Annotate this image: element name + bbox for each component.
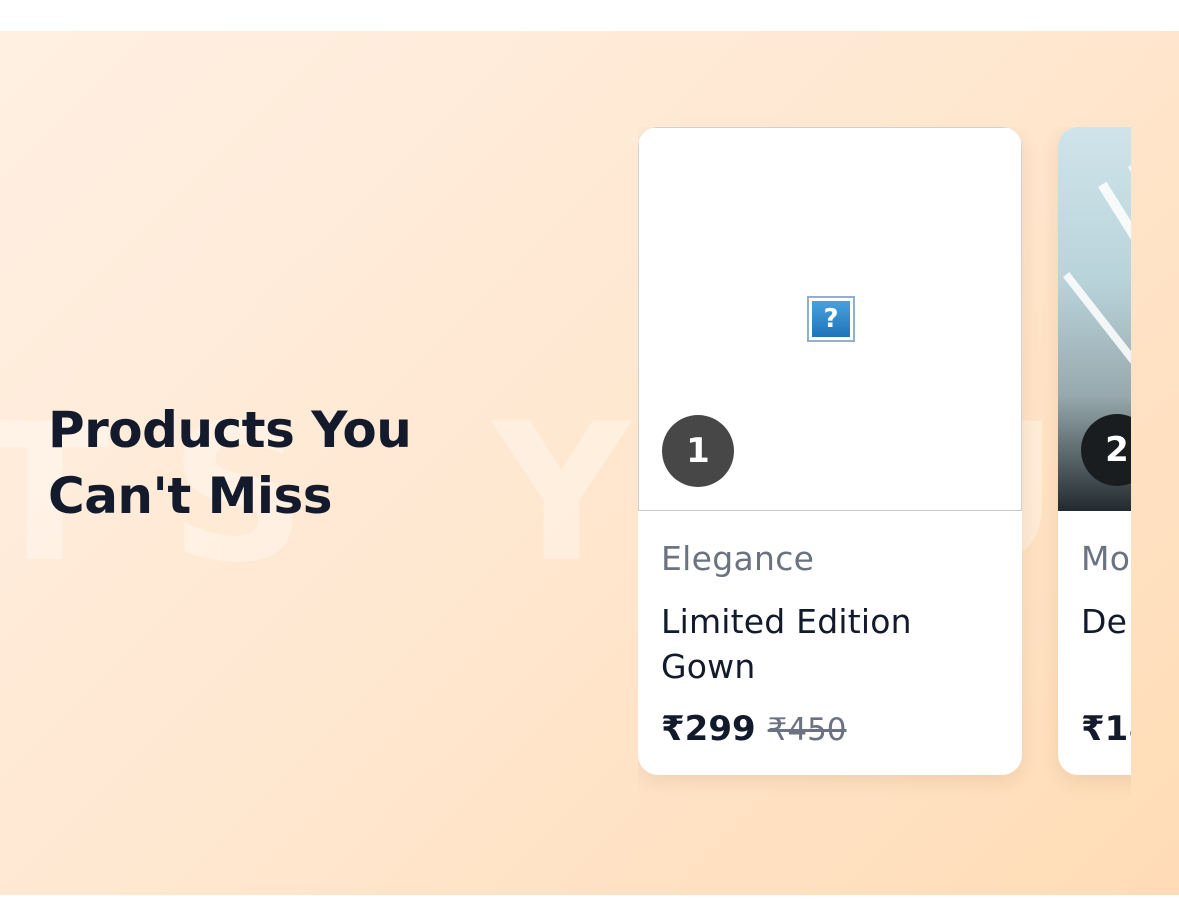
rank-badge: 2 (1081, 414, 1131, 486)
price-row: ₹299 ₹450 (661, 709, 999, 749)
product-title[interactable]: De (1081, 599, 1131, 691)
price-row: ₹18 (1081, 709, 1131, 749)
product-brand: Elegance (661, 539, 815, 578)
original-price: ₹450 (767, 712, 847, 748)
product-title[interactable]: Limited Edition Gown (661, 599, 999, 691)
products-section: TS YOU CA Products You Can't Miss ? 1 El… (0, 31, 1179, 895)
product-brand: Mo (1081, 539, 1131, 578)
product-image[interactable]: ? 1 (638, 127, 1022, 511)
sale-price: ₹18 (1081, 709, 1131, 749)
sale-price: ₹299 (661, 709, 756, 749)
broken-image-icon: ? (807, 296, 855, 342)
rank-badge: 1 (662, 415, 734, 487)
product-image[interactable]: 2 (1058, 127, 1131, 511)
product-card[interactable]: ? 1 Elegance Limited Edition Gown ₹299 ₹… (638, 127, 1022, 775)
section-heading: Products You Can't Miss (48, 401, 412, 525)
product-card[interactable]: 2 Mo De ₹18 (1058, 127, 1131, 775)
product-carousel[interactable]: ? 1 Elegance Limited Edition Gown ₹299 ₹… (638, 127, 1131, 847)
